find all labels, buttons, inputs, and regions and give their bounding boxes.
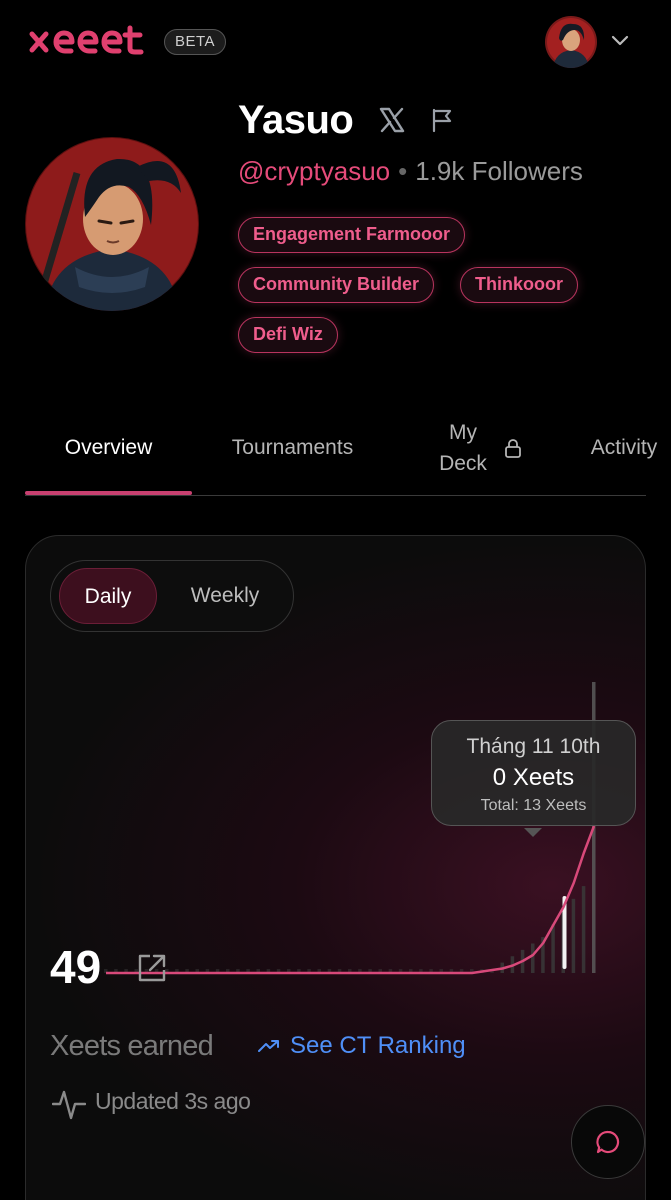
tab-tournaments[interactable]: Tournaments (210, 400, 375, 495)
profile-avatar (25, 137, 199, 311)
xeet-logo[interactable] (26, 24, 150, 60)
badge-engagement-farmooor: Engagement Farmooor (238, 217, 466, 253)
badge-defi-wiz: Defi Wiz (238, 317, 338, 353)
tab-my-deck-line1: My (449, 420, 477, 444)
trending-up-icon (258, 1040, 279, 1052)
chart-tooltip: Tháng 11 10th 0 Xeets Total: 13 Xeets (431, 720, 636, 826)
handle-row: @cryptyasuo • 1.9k Followers (238, 156, 583, 187)
user-avatar[interactable] (545, 16, 597, 68)
badge-community-builder: Community Builder (238, 267, 435, 303)
lock-icon (505, 438, 521, 458)
updated-timestamp: Updated 3s ago (95, 1088, 251, 1114)
period-toggle: Daily Weekly (50, 560, 294, 632)
chart-bar (581, 886, 586, 973)
separator-dot: • (398, 156, 408, 186)
tooltip-arrow (524, 828, 542, 837)
xeets-earned-label: Xeets earned (50, 1030, 214, 1062)
tooltip-value: 0 Xeets (492, 764, 575, 791)
activity-pulse-icon (52, 1090, 86, 1120)
followers-count: 1.9k Followers (415, 156, 583, 186)
x-social-icon[interactable] (378, 106, 406, 134)
profile-tabs: Overview Tournaments My Deck Activity (25, 400, 657, 496)
toggle-weekly[interactable]: Weekly (173, 568, 277, 624)
chart-series-line (106, 825, 596, 975)
see-ct-ranking-label: See CT Ranking (290, 1032, 466, 1059)
profile-name: Yasuo (238, 98, 354, 142)
tab-my-deck-line2: Deck (439, 451, 487, 475)
tab-activity[interactable]: Activity (581, 400, 667, 495)
chart-bar (531, 943, 535, 973)
chat-bubble-icon (596, 1130, 620, 1154)
total-xeets: 49 (50, 941, 102, 993)
toggle-daily[interactable]: Daily (59, 568, 157, 624)
badge-thinkooor: Thinkooor (460, 267, 578, 303)
tab-overview[interactable]: Overview (25, 400, 192, 495)
active-tab-indicator (25, 491, 192, 495)
tooltip-total: Total: 13 Xeets (480, 797, 587, 814)
chart-bar (571, 898, 576, 973)
xeets-card: Daily Weekly Tháng 11 10th 0 Xeets Total… (25, 535, 646, 1200)
chat-button[interactable] (571, 1105, 645, 1179)
tab-my-deck[interactable]: My Deck (415, 400, 545, 495)
tooltip-date: Tháng 11 10th (466, 735, 601, 758)
external-link-icon[interactable] (136, 952, 168, 984)
beta-badge: BETA (164, 29, 227, 55)
tab-my-deck-label: My Deck (438, 417, 488, 479)
chevron-down-icon[interactable] (610, 32, 630, 48)
see-ct-ranking-link[interactable]: See CT Ranking (258, 1032, 466, 1060)
chart-bar (551, 924, 555, 973)
flag-icon[interactable] (430, 107, 454, 133)
profile-handle[interactable]: @cryptyasuo (238, 156, 390, 186)
